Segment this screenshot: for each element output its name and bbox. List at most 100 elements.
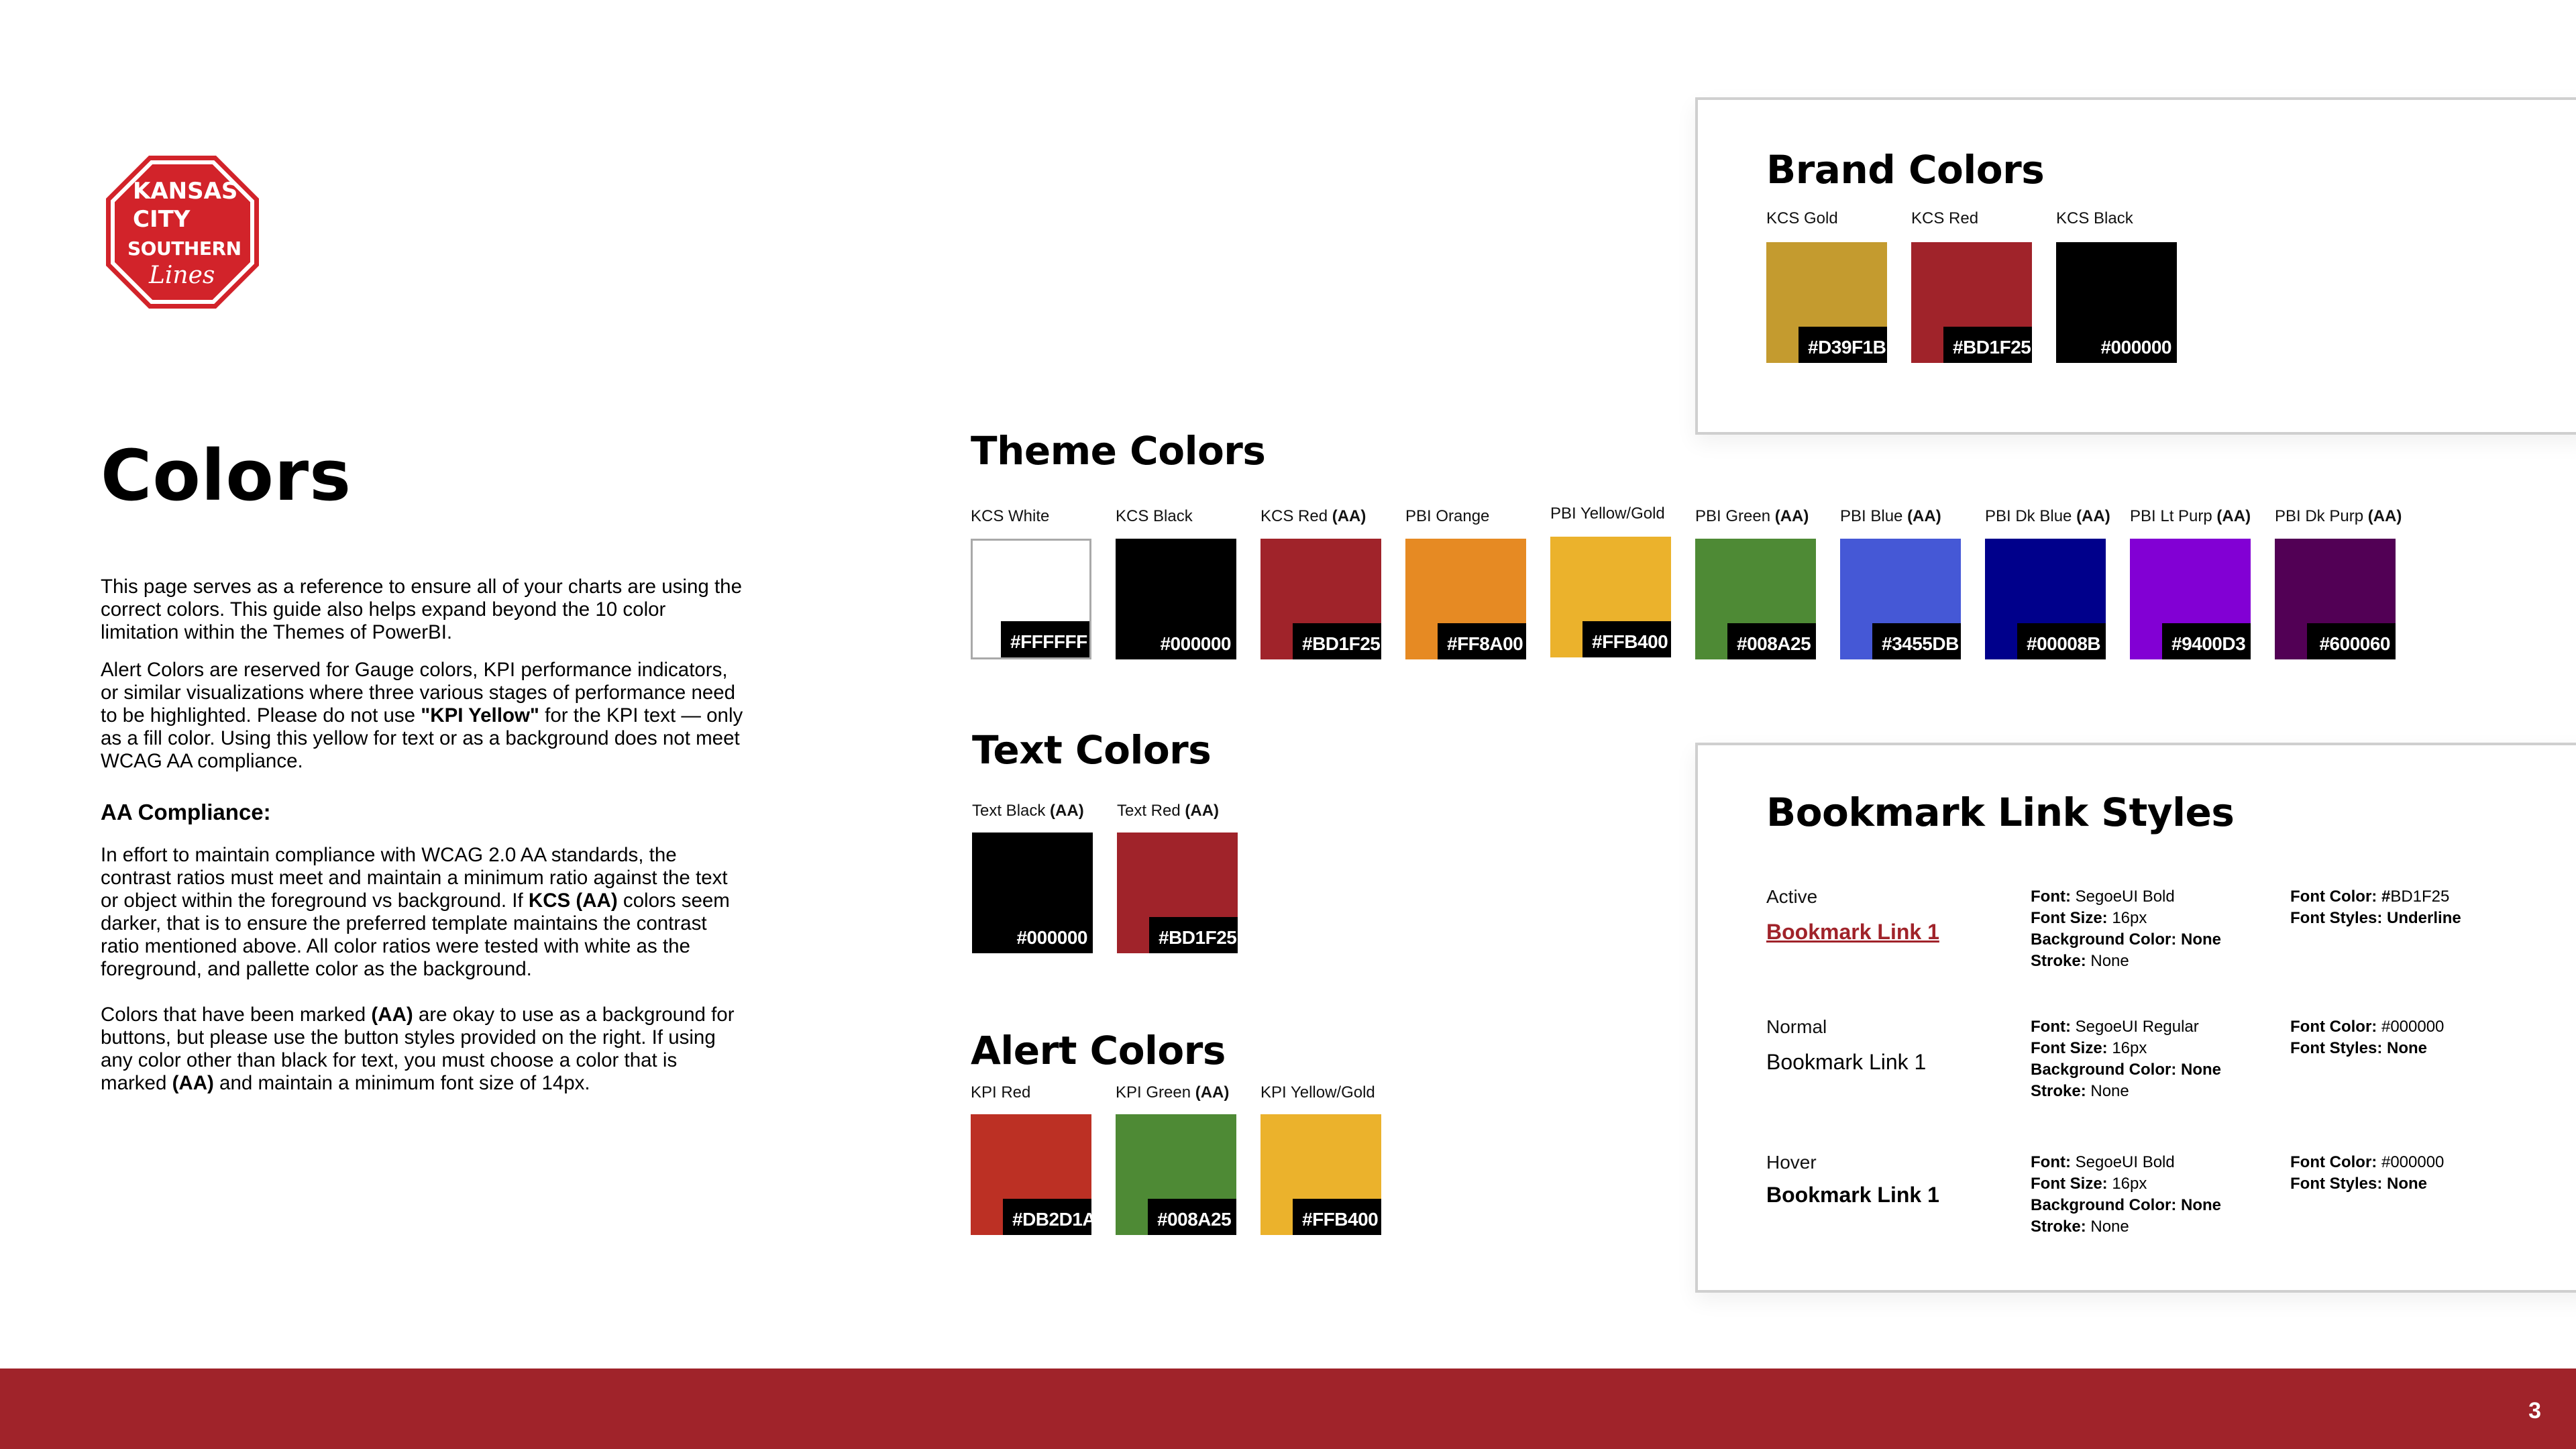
aa-compliance-heading: AA Compliance:: [101, 800, 271, 824]
hex-code-label: #008A25: [1148, 1199, 1236, 1235]
footer-bar: [0, 1368, 2576, 1449]
color-swatch: #008A25: [1695, 539, 1816, 659]
aa-emphasis: (AA): [371, 1004, 413, 1026]
hex-code-label: #000000: [1004, 917, 1093, 953]
spec-stroke: Stroke: None: [2031, 1081, 2221, 1102]
spec-styles: Font Styles: None: [2290, 1173, 2444, 1195]
hex-code-label: #FFB400: [1293, 1199, 1381, 1235]
swatch-name: Text Red: [1117, 802, 1185, 820]
spec-value: None: [2086, 1218, 2129, 1236]
swatch-label: KCS Gold: [1766, 209, 1838, 228]
color-swatch: #BD1F25: [1911, 242, 2032, 363]
bookmark-state-label: Active: [1766, 886, 1818, 907]
swatch-name: KCS White: [971, 507, 1050, 525]
swatch-label: PBI Dk Purp (AA): [2275, 507, 2402, 526]
color-swatch: #9400D3: [2130, 539, 2251, 659]
spec-styles: Font Styles: Underline: [2290, 908, 2461, 929]
swatch-label: Text Red (AA): [1117, 802, 1219, 820]
brand-colors-heading: Brand Colors: [1766, 147, 2045, 193]
spec-value: BD1F25: [2390, 888, 2450, 906]
logo-line-2: CITY: [133, 206, 191, 233]
swatch-label: PBI Blue (AA): [1840, 507, 1941, 526]
spec-key: Font Size:: [2031, 909, 2108, 927]
spec-value: None: [2086, 952, 2129, 970]
intro-paragraph-1: This page serves as a reference to ensur…: [101, 576, 742, 643]
color-swatch: #FFFFFF: [971, 539, 1091, 659]
aa-badge: (AA): [1332, 507, 1366, 525]
bookmark-link-hover[interactable]: Bookmark Link 1: [1766, 1183, 1939, 1208]
spec-font: Font: SegoeUI Regular: [2031, 1016, 2221, 1038]
bookmark-spec-right: Font Color: #BD1F25 Font Styles: Underli…: [2290, 886, 2461, 929]
swatch-name: PBI Green: [1695, 507, 1775, 525]
aa-badge: (AA): [2076, 507, 2110, 525]
spec-key: Font:: [2031, 888, 2071, 906]
swatch-name: PBI Dk Blue: [1985, 507, 2077, 525]
color-swatch: #FFB400: [1260, 1114, 1381, 1235]
spec-key: Font Color:: [2290, 1153, 2377, 1171]
spec-value: 16px: [2107, 909, 2147, 927]
swatch-name: PBI Blue: [1840, 507, 1908, 525]
spec-key: Font Size:: [2031, 1175, 2108, 1193]
color-swatch: #000000: [1116, 539, 1236, 659]
color-swatch: #D39F1B: [1766, 242, 1887, 363]
hex-code-label: #FFFFFF: [1001, 621, 1089, 657]
aa-text: and maintain a minimum font size of 14px…: [213, 1072, 590, 1094]
spec-stroke: Stroke: None: [2031, 951, 2221, 972]
aa-paragraph-2: Colors that have been marked (AA) are ok…: [101, 1004, 745, 1095]
spec-stroke: Stroke: None: [2031, 1216, 2221, 1238]
bookmark-link-active[interactable]: Bookmark Link 1: [1766, 920, 1939, 945]
spec-size: Font Size: 16px: [2031, 908, 2221, 929]
swatch-name: PBI Lt Purp: [2130, 507, 2217, 525]
hex-code-label: #BD1F25: [1149, 917, 1238, 953]
swatch-name: Text Black: [972, 802, 1051, 820]
kcs-logo: KANSAS CITY SOUTHERN Lines: [102, 152, 263, 313]
color-swatch: #BD1F25: [1260, 539, 1381, 659]
hex-code-label: #DB2D1A: [1003, 1199, 1096, 1235]
swatch-name: KCS Red: [1260, 507, 1332, 525]
aa-text: Colors that have been marked: [101, 1004, 372, 1026]
swatch-label: PBI Yellow/Gold: [1550, 504, 1665, 523]
spec-color: Font Color: #000000: [2290, 1152, 2444, 1173]
color-swatch: #600060: [2275, 539, 2396, 659]
bookmark-state-label: Hover: [1766, 1152, 1817, 1173]
hex-code-label: #BD1F25: [1943, 327, 2032, 363]
spec-value: #000000: [2377, 1153, 2445, 1171]
hex-code-label: #000000: [2088, 327, 2177, 363]
aa-badge: (AA): [1050, 802, 1084, 820]
hex-code-label: #008A25: [1727, 623, 1816, 659]
color-swatch: #000000: [2056, 242, 2177, 363]
swatch-label: KCS Black: [1116, 507, 1193, 526]
swatch-name: KCS Black: [2056, 209, 2133, 227]
swatch-label: KCS White: [971, 507, 1049, 526]
spec-bg: Background Color: None: [2031, 1059, 2221, 1081]
bookmark-state-label: Normal: [1766, 1016, 1827, 1037]
spec-key: Background Color: None: [2031, 1061, 2222, 1079]
bookmark-styles-heading: Bookmark Link Styles: [1766, 790, 2235, 835]
spec-value: None: [2086, 1082, 2129, 1100]
kcs-aa-emphasis: KCS (AA): [528, 890, 618, 912]
swatch-label: KCS Black: [2056, 209, 2133, 228]
color-swatch: #BD1F25: [1117, 833, 1238, 953]
spec-styles: Font Styles: None: [2290, 1038, 2444, 1059]
bookmark-spec-left: Font: SegoeUI Bold Font Size: 16px Backg…: [2031, 886, 2221, 972]
aa-badge: (AA): [2367, 507, 2402, 525]
aa-badge: (AA): [1774, 507, 1809, 525]
bookmark-link-normal[interactable]: Bookmark Link 1: [1766, 1050, 1926, 1075]
swatch-name: PBI Dk Purp: [2275, 507, 2368, 525]
color-swatch: #FF8A00: [1405, 539, 1526, 659]
hex-code-label: #FF8A00: [1438, 623, 1526, 659]
page-title: Colors: [101, 435, 352, 517]
spec-key: Stroke:: [2031, 1082, 2086, 1100]
swatch-name: PBI Yellow/Gold: [1550, 504, 1665, 523]
logo-line-4: Lines: [148, 262, 215, 289]
bookmark-spec-left: Font: SegoeUI Bold Font Size: 16px Backg…: [2031, 1152, 2221, 1238]
brand-colors-card: Brand Colors KCS Gold #D39F1B KCS Red #BD1F…: [1695, 97, 2576, 435]
hex-code-label: #600060: [2307, 623, 2396, 659]
spec-key: Font Size:: [2031, 1039, 2108, 1057]
logo-line-3: SOUTHERN: [127, 237, 241, 260]
spec-bg: Background Color: None: [2031, 1195, 2221, 1216]
spec-size: Font Size: 16px: [2031, 1173, 2221, 1195]
kpi-yellow-emphasis: "KPI Yellow": [421, 704, 539, 727]
spec-key: Font Styles: Underline: [2290, 909, 2461, 927]
hex-code-label: #000000: [1148, 623, 1236, 659]
